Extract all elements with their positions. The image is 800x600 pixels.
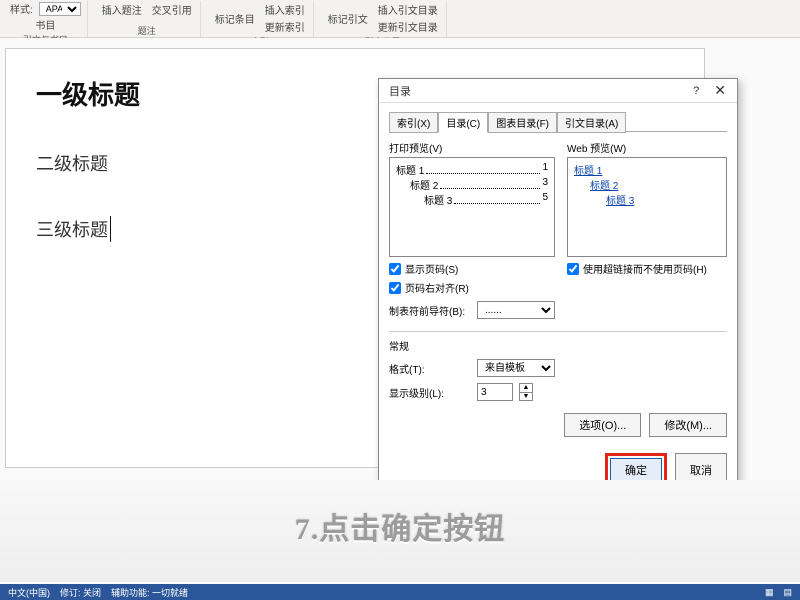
show-pagenum-checkbox[interactable] xyxy=(389,263,401,275)
tutorial-caption: 7.点击确定按钮 xyxy=(0,480,800,582)
format-select[interactable]: 来自模板 xyxy=(477,359,555,377)
mark-citation-btn[interactable]: 标记引文 xyxy=(326,10,370,27)
status-lang[interactable]: 中文(中国) xyxy=(8,586,50,599)
help-button[interactable]: ? xyxy=(693,85,699,97)
insert-toa-btn[interactable]: 插入引文目录 xyxy=(376,1,440,18)
ok-button[interactable]: 确定 xyxy=(610,458,662,482)
show-pagenum-label: 显示页码(S) xyxy=(405,261,458,276)
levels-label: 显示级别(L): xyxy=(389,385,471,400)
style-label: 样式: xyxy=(10,1,33,16)
ribbon-group-captions: 插入题注 交叉引用 题注 xyxy=(94,1,201,37)
dialog-title: 目录 xyxy=(389,83,411,99)
style-select[interactable]: APA xyxy=(39,2,81,16)
toc-preview-line: 标题 11 xyxy=(396,162,548,177)
bibliography-btn[interactable]: 书目 xyxy=(33,16,57,33)
statusbar: 中文(中国) 修订: 关闭 辅助功能: 一切就绪 ▦ ▤ xyxy=(0,584,800,600)
dialog-titlebar: 目录 ? ✕ xyxy=(379,79,737,103)
use-hyperlinks-checkbox[interactable] xyxy=(567,263,579,275)
print-preview-box: 标题 11标题 23标题 35 xyxy=(389,157,555,257)
web-preview-link[interactable]: 标题 1 xyxy=(574,162,720,177)
web-preview-link[interactable]: 标题 2 xyxy=(574,177,720,192)
ribbon: 样式: APA 书目 引文与书目 插入题注 交叉引用 题注 标记条目 插入索引 … xyxy=(0,0,800,38)
view-mode-icon[interactable]: ▦ xyxy=(765,587,774,598)
dialog-tabstrip: 索引(X) 目录(C) 图表目录(F) 引文目录(A) xyxy=(389,111,727,132)
levels-input[interactable] xyxy=(477,383,513,401)
web-preview-box: 标题 1标题 2标题 3 xyxy=(567,157,727,257)
toc-preview-line: 标题 23 xyxy=(396,177,548,192)
tab-leader-select[interactable]: ...... xyxy=(477,301,555,319)
web-preview-label: Web 预览(W) xyxy=(567,140,727,155)
web-preview-link[interactable]: 标题 3 xyxy=(574,192,720,207)
use-hyperlinks-label: 使用超链接而不使用页码(H) xyxy=(583,261,707,276)
tab-figures[interactable]: 图表目录(F) xyxy=(488,112,557,133)
tab-toc[interactable]: 目录(C) xyxy=(438,112,488,133)
update-index-btn[interactable]: 更新索引 xyxy=(263,18,307,35)
general-label: 常规 xyxy=(389,338,727,353)
print-preview-label: 打印预览(V) xyxy=(389,140,555,155)
format-label: 格式(T): xyxy=(389,361,471,376)
right-align-checkbox[interactable] xyxy=(389,282,401,294)
chevron-up-icon[interactable]: ▲ xyxy=(520,384,532,393)
ribbon-group-toa: 标记引文 插入引文目录 更新引文目录 引文目录 xyxy=(320,1,447,37)
ribbon-group-citations: 样式: APA 书目 引文与书目 xyxy=(4,1,88,37)
heading-3: 三级标题 xyxy=(36,216,111,242)
levels-spinner[interactable]: ▲ ▼ xyxy=(519,383,533,401)
view-mode-icon[interactable]: ▤ xyxy=(783,587,792,598)
mark-entry-btn[interactable]: 标记条目 xyxy=(213,10,257,27)
toc-dialog: 目录 ? ✕ 索引(X) 目录(C) 图表目录(F) 引文目录(A) 打印预览(… xyxy=(378,78,738,496)
toc-preview-line: 标题 35 xyxy=(396,192,548,207)
chevron-down-icon[interactable]: ▼ xyxy=(520,393,532,401)
cross-ref-btn[interactable]: 交叉引用 xyxy=(150,1,194,18)
update-toa-btn[interactable]: 更新引文目录 xyxy=(376,18,440,35)
status-track[interactable]: 修订: 关闭 xyxy=(60,586,101,599)
tab-citations[interactable]: 引文目录(A) xyxy=(557,112,626,133)
modify-button[interactable]: 修改(M)... xyxy=(649,413,727,437)
insert-caption-btn[interactable]: 插入题注 xyxy=(100,1,144,18)
insert-index-btn[interactable]: 插入索引 xyxy=(263,1,307,18)
right-align-label: 页码右对齐(R) xyxy=(405,280,469,295)
tab-index[interactable]: 索引(X) xyxy=(389,112,438,133)
tab-leader-label: 制表符前导符(B): xyxy=(389,303,471,318)
options-button[interactable]: 选项(O)... xyxy=(564,413,641,437)
ribbon-group-label: 题注 xyxy=(138,24,156,37)
status-accessibility[interactable]: 辅助功能: 一切就绪 xyxy=(111,586,188,599)
ribbon-group-index: 标记条目 插入索引 更新索引 索引 xyxy=(207,1,314,37)
close-icon[interactable]: ✕ xyxy=(711,82,729,99)
